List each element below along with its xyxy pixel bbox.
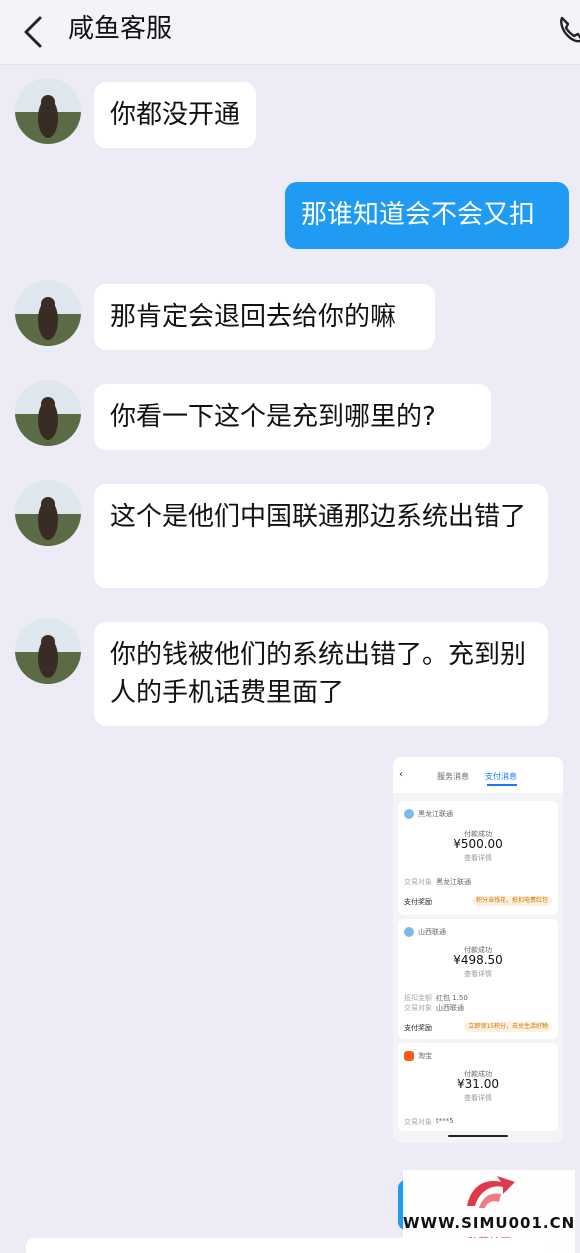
- screenshot-back-icon: ‹: [399, 769, 403, 780]
- row-label: 交易对象: [404, 1004, 432, 1012]
- agent-avatar[interactable]: [15, 78, 81, 144]
- home-indicator: [448, 1135, 508, 1137]
- back-arrow-icon[interactable]: [16, 12, 56, 52]
- merchant-icon: [404, 809, 414, 819]
- row-value: 红包 1.50: [436, 994, 468, 1002]
- row-value: 山西联通: [436, 1004, 464, 1012]
- taobao-icon: [404, 1051, 414, 1061]
- reward-tag: 积分当钱花，抵扣电费红包: [471, 896, 552, 906]
- merchant-icon: [404, 927, 414, 937]
- screenshot-tab-payment: 支付消息: [485, 772, 517, 781]
- phone-call-icon[interactable]: [556, 12, 580, 46]
- row-label: 交易对象: [404, 1118, 432, 1126]
- payment-screenshot-image[interactable]: ‹ 服务消息 支付消息 黑龙江联通 付款成功 ¥500.00 查看详情 交易对象…: [393, 757, 563, 1143]
- payment-amount: ¥500.00: [453, 837, 503, 851]
- payment-card: 黑龙江联通 付款成功 ¥500.00 查看详情 交易对象 黑龙江联通 支付奖励 …: [398, 801, 558, 915]
- merchant-name: 黑龙江联通: [418, 810, 453, 818]
- watermark-url: WWW.SIMU001.CN: [403, 1214, 576, 1232]
- reward-tag: 立即领15积分，去兑生活好物: [464, 1022, 552, 1032]
- agent-message: 你的钱被他们的系统出错了。充到别人的手机话费里面了: [94, 622, 548, 726]
- watermark-logo-icon: [467, 1176, 515, 1208]
- row-label: 抵扣金额: [404, 994, 432, 1002]
- row-value: t***5: [436, 1117, 454, 1125]
- view-detail-link: 查看详情: [464, 854, 492, 862]
- payment-card: 淘宝 付款成功 ¥31.00 查看详情 交易对象 t***5: [398, 1043, 558, 1131]
- agent-message: 这个是他们中国联通那边系统出错了: [94, 484, 548, 588]
- view-detail-link: 查看详情: [464, 970, 492, 978]
- merchant-name: 淘宝: [418, 1052, 432, 1060]
- payment-card: 山西联通 付款成功 ¥498.50 查看详情 抵扣金额 红包 1.50 交易对象…: [398, 919, 558, 1039]
- chat-title: 咸鱼客服: [68, 14, 173, 44]
- row-label: 交易对象: [404, 878, 432, 886]
- agent-message: 你都没开通: [94, 82, 257, 148]
- screenshot-tab-service: 服务消息: [437, 772, 469, 781]
- payment-amount: ¥31.00: [457, 1077, 499, 1091]
- message-input-bar[interactable]: [26, 1238, 546, 1253]
- merchant-name: 山西联通: [418, 928, 446, 936]
- user-message: 那谁知道会不会又扣: [285, 182, 569, 249]
- agent-avatar[interactable]: [15, 618, 81, 684]
- agent-avatar[interactable]: [15, 280, 81, 346]
- agent-message: 那肯定会退回去给你的嘛: [94, 284, 435, 350]
- reward-label: 支付奖励: [404, 1024, 432, 1032]
- chat-header: 咸鱼客服: [0, 0, 580, 65]
- row-value: 黑龙江联通: [436, 878, 471, 886]
- view-detail-link: 查看详情: [464, 1094, 492, 1102]
- screenshot-tabbar: ‹ 服务消息 支付消息: [393, 757, 563, 793]
- tab-underline: [487, 784, 517, 786]
- agent-message: 你看一下这个是充到哪里的?: [94, 384, 491, 450]
- reward-label: 支付奖励: [404, 898, 432, 906]
- agent-avatar[interactable]: [15, 480, 81, 546]
- payment-amount: ¥498.50: [453, 953, 503, 967]
- agent-avatar[interactable]: [15, 380, 81, 446]
